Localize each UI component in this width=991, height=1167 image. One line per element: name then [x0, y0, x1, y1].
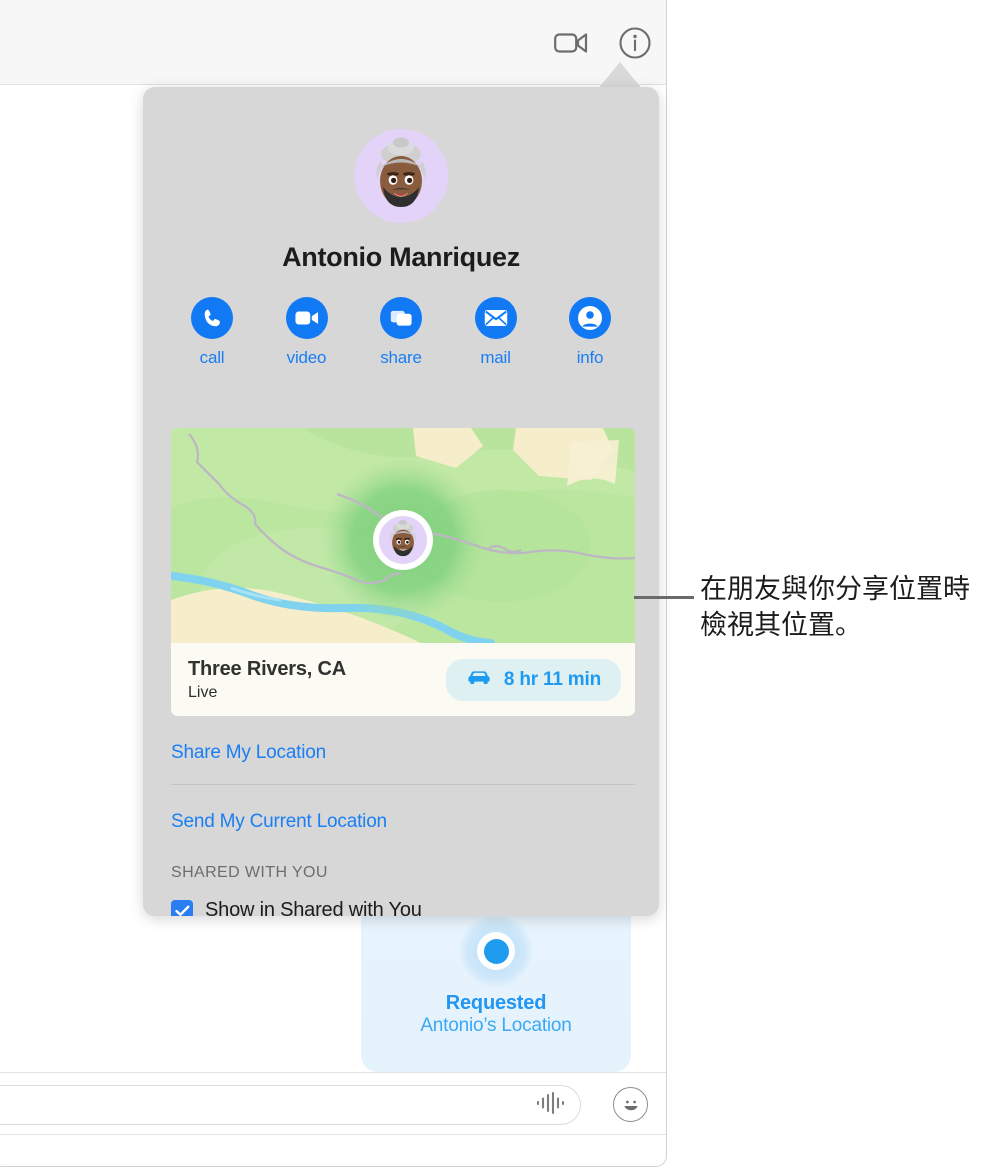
smiley-face-icon[interactable] — [613, 1087, 648, 1122]
action-label: info — [576, 348, 604, 367]
action-video[interactable]: video — [270, 297, 344, 368]
message-input[interactable] — [0, 1085, 581, 1125]
checkmark-icon[interactable] — [171, 899, 193, 916]
contact-name: Antonio Manriquez — [282, 242, 520, 272]
map-image — [171, 428, 635, 643]
place-status: Live — [188, 683, 218, 701]
action-label: share — [380, 348, 422, 367]
car-icon — [466, 669, 492, 691]
info-circle-icon[interactable] — [614, 22, 656, 64]
quick-action-row: call video share mail info — [175, 297, 627, 368]
action-info[interactable]: info — [553, 297, 627, 368]
toolbar-icon-group — [550, 22, 656, 64]
callout-leader-line — [634, 596, 694, 599]
eta-chip[interactable]: 8 hr 11 min — [445, 658, 621, 701]
shared-with-you-header: SHARED WITH YOU — [171, 864, 328, 881]
link-divider — [171, 784, 635, 785]
window-toolbar — [0, 0, 666, 85]
eta-text: 8 hr 11 min — [503, 668, 601, 690]
share-my-location-link[interactable]: Share My Location — [171, 742, 635, 764]
action-mail[interactable]: mail — [459, 297, 533, 368]
contact-details-popover: Antonio Manriquez call video share mail … — [143, 87, 659, 916]
action-call[interactable]: call — [175, 297, 249, 368]
avatar — [354, 129, 448, 223]
callout-text: 在朋友與你分享位置時檢視其位置。 — [700, 574, 970, 641]
video-camera-icon[interactable] — [550, 22, 592, 64]
compose-bar — [0, 1073, 666, 1135]
place-info: Three Rivers, CA Live — [188, 658, 346, 702]
bubble-title: Requested — [445, 992, 547, 1014]
place-name: Three Rivers, CA — [188, 657, 346, 680]
audio-waveform-icon[interactable] — [534, 1090, 566, 1121]
action-label: call — [199, 348, 225, 367]
phone-icon — [191, 297, 233, 339]
video-camera-icon — [285, 297, 328, 339]
screenshot-root: Requested Antonio’s Location Antonio Man… — [0, 0, 991, 1167]
action-share[interactable]: share — [364, 297, 438, 368]
bubble-subtitle: Antonio’s Location — [420, 1015, 572, 1036]
envelope-icon — [474, 297, 517, 339]
action-label: video — [286, 348, 327, 367]
person-circle-icon — [569, 297, 611, 339]
location-map-card[interactable]: Three Rivers, CA Live 8 hr 11 min — [171, 428, 635, 716]
bubble-tail — [610, 1058, 631, 1072]
show-in-shared-with-you-row[interactable]: Show in Shared with You — [171, 899, 635, 916]
send-my-current-location-link[interactable]: Send My Current Location — [171, 811, 635, 833]
location-dot-icon — [459, 914, 533, 988]
action-label: mail — [480, 348, 511, 367]
show-in-shared-with-you-label: Show in Shared with You — [205, 899, 422, 916]
screen-share-icon — [380, 297, 422, 339]
compose-divider-bottom — [0, 1134, 666, 1135]
map-footer: Three Rivers, CA Live 8 hr 11 min — [171, 643, 635, 716]
requested-location-bubble[interactable]: Requested Antonio’s Location — [361, 900, 631, 1072]
